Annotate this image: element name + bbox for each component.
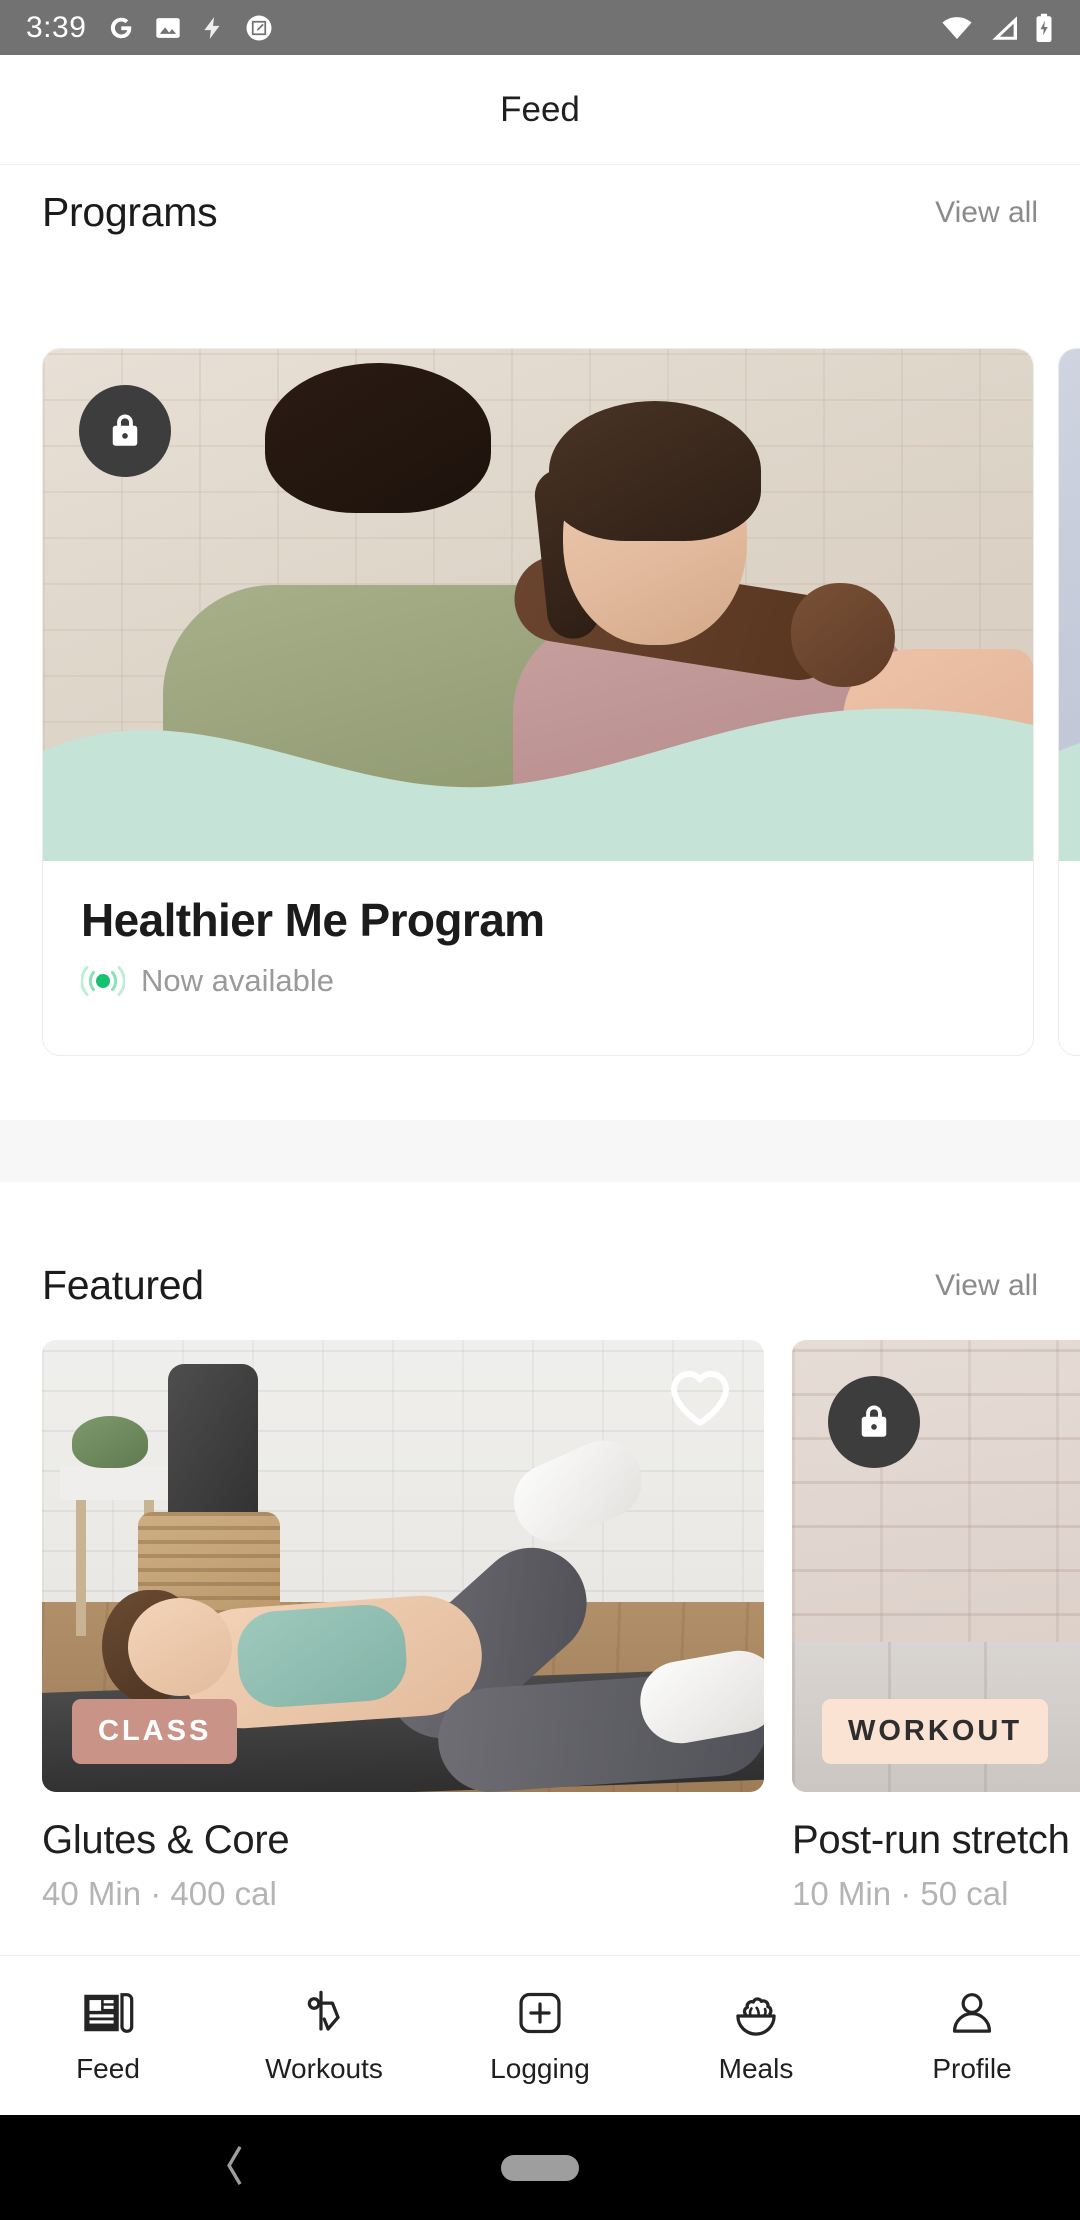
- page-title: Feed: [500, 89, 580, 129]
- section-separator: [0, 1120, 1080, 1182]
- featured-card-title: Glutes & Core: [42, 1818, 290, 1862]
- plus-square-icon: [519, 1992, 561, 2033]
- program-card-next[interactable]: [1058, 348, 1080, 1056]
- featured-card-next[interactable]: WORKOUT Post-run stretch 10 Min · 50 cal: [792, 1340, 1080, 1913]
- nav-item-profile[interactable]: Profile: [864, 1987, 1080, 2085]
- workouts-stretch-icon: [307, 1990, 340, 2031]
- featured-card-next-title: Post-run stretch: [792, 1818, 1070, 1862]
- nav-label-meals: Meals: [718, 2052, 794, 2084]
- featured-photo-plant: [72, 1416, 148, 1468]
- status-bar-system-icons: [940, 13, 1054, 43]
- system-back-button[interactable]: [222, 2143, 248, 2192]
- flash-icon: [200, 13, 226, 43]
- featured-card-image: CLASS: [42, 1340, 764, 1792]
- status-bar: 3:39: [0, 0, 1080, 55]
- salad-bowl-icon: [736, 1996, 776, 2036]
- program-card-status-label: Now available: [141, 963, 334, 998]
- program-lock-badge: [79, 385, 171, 477]
- program-card-title: Healthier Me Program: [81, 894, 545, 946]
- program-card-next-wave: [1059, 743, 1080, 861]
- cellular-signal-icon: [988, 15, 1020, 41]
- program-card-status: Now available: [81, 961, 995, 1001]
- app-screen: 3:39 Feed Programs View all Healthier Me…: [0, 0, 1080, 2220]
- favorite-button[interactable]: [666, 1366, 734, 1433]
- programs-title: Programs: [42, 189, 218, 235]
- heart-outline-icon: [671, 1370, 729, 1426]
- program-card-wave: [43, 708, 1033, 861]
- app-bar: Feed: [0, 55, 1080, 165]
- program-photo-person-one-hand: [791, 583, 895, 687]
- featured-card-badge: CLASS: [72, 1699, 238, 1764]
- featured-photo-sports-top: [234, 1602, 410, 1710]
- broadcast-live-icon: [81, 966, 125, 996]
- featured-title: Featured: [42, 1262, 204, 1308]
- bottom-navigation-bar: Feed Workouts Logging Meals Profile: [0, 1955, 1080, 2115]
- status-bar-clock: 3:39: [26, 10, 87, 44]
- nav-label-feed: Feed: [76, 2052, 140, 2084]
- nav-item-feed[interactable]: Feed: [0, 1987, 216, 2085]
- featured-card-next-meta: 10 Min · 50 cal: [792, 1875, 1009, 1912]
- back-chevron-icon: [227, 2145, 242, 2185]
- featured-carousel[interactable]: CLASS Glutes & Core 40 Min · 400 cal WOR…: [0, 1340, 1080, 1913]
- nav-item-logging[interactable]: Logging: [432, 1987, 648, 2085]
- program-card-body: Healthier Me Program Now available: [43, 861, 1033, 1001]
- featured-card-next-badge: WORKOUT: [822, 1699, 1049, 1764]
- featured-section-header: Featured View all: [0, 1238, 1080, 1333]
- featured-next-lock-badge: [828, 1376, 920, 1468]
- program-card[interactable]: Healthier Me Program Now available: [42, 348, 1034, 1056]
- featured-card[interactable]: CLASS Glutes & Core 40 Min · 400 cal: [42, 1340, 764, 1913]
- nav-label-logging: Logging: [490, 2052, 590, 2084]
- photo-icon: [154, 14, 182, 42]
- featured-photo-head: [128, 1598, 232, 1696]
- nav-label-workouts: Workouts: [265, 2052, 383, 2084]
- programs-carousel[interactable]: Healthier Me Program Now available: [0, 348, 1080, 1060]
- lock-icon: [861, 1405, 887, 1437]
- google-icon: [106, 13, 136, 43]
- feed-icon: [84, 1992, 134, 2033]
- nav-item-meals[interactable]: Meals: [648, 1987, 864, 2085]
- featured-photo-yoga-roll: [168, 1364, 258, 1536]
- programs-section-header: Programs View all: [0, 165, 1080, 260]
- program-card-next-image: [1059, 349, 1080, 861]
- status-bar-notification-icons: [106, 13, 274, 43]
- program-photo-person-two-hair: [549, 401, 761, 541]
- system-navigation-bar: [0, 2115, 1080, 2220]
- system-home-indicator[interactable]: [501, 2154, 579, 2181]
- program-photo-person-one-head: [279, 387, 475, 619]
- programs-view-all-link[interactable]: View all: [935, 196, 1038, 230]
- battery-charging-icon: [1034, 13, 1054, 43]
- nav-item-workouts[interactable]: Workouts: [216, 1987, 432, 2085]
- wifi-icon: [940, 15, 974, 41]
- screenshot-edit-icon: [244, 13, 274, 43]
- featured-view-all-link[interactable]: View all: [935, 1269, 1038, 1303]
- nav-label-profile: Profile: [932, 2052, 1012, 2084]
- program-card-image: [43, 349, 1033, 861]
- featured-card-next-image: WORKOUT: [792, 1340, 1080, 1792]
- lock-icon: [112, 414, 138, 446]
- person-icon: [952, 1992, 992, 2033]
- featured-card-meta: 40 Min · 400 cal: [42, 1875, 277, 1912]
